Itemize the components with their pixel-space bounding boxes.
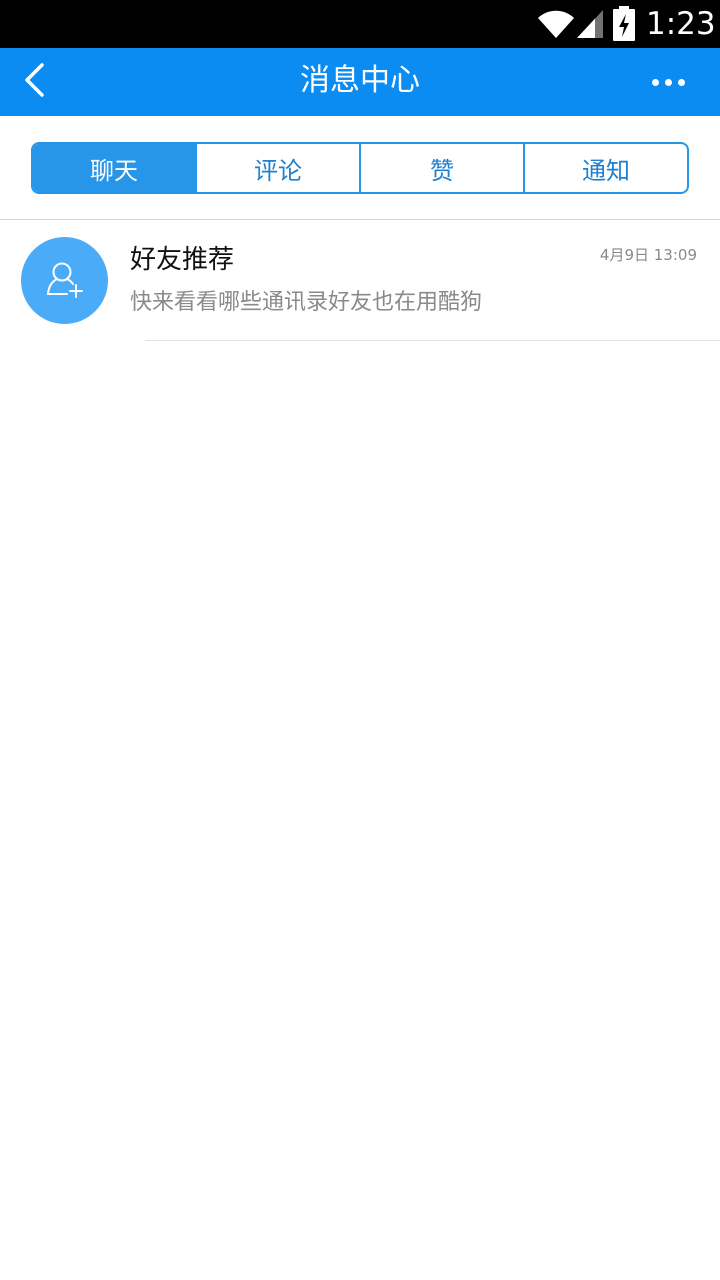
message-preview: 快来看看哪些通讯录好友也在用酷狗 xyxy=(130,290,483,315)
back-button[interactable] xyxy=(8,56,60,108)
page-title: 消息中心 xyxy=(300,63,420,98)
status-bar: 1:23 xyxy=(0,0,720,48)
tab-likes[interactable]: 赞 xyxy=(359,144,523,192)
wifi-icon xyxy=(536,6,576,44)
divider xyxy=(145,340,720,341)
more-dot xyxy=(664,78,672,86)
message-time: 4月9日 13:09 xyxy=(599,246,697,264)
tab-comments[interactable]: 评论 xyxy=(195,144,359,192)
list-item[interactable]: 好友推荐 快来看看哪些通讯录好友也在用酷狗 4月9日 13:09 xyxy=(0,220,720,341)
app-bar: 消息中心 xyxy=(0,48,720,116)
status-time: 1:23 xyxy=(646,6,716,42)
add-user-icon xyxy=(43,257,87,305)
message-title: 好友推荐 xyxy=(130,245,235,275)
more-dot xyxy=(677,78,685,86)
avatar xyxy=(21,237,108,324)
message-tabs: 聊天 评论 赞 通知 xyxy=(31,142,689,194)
tab-notifications[interactable]: 通知 xyxy=(523,144,687,192)
tab-chat[interactable]: 聊天 xyxy=(33,144,195,192)
signal-icon xyxy=(575,6,605,44)
battery-charging-icon xyxy=(612,6,636,46)
more-dot xyxy=(651,78,659,86)
more-button[interactable] xyxy=(640,56,696,108)
chevron-left-icon xyxy=(22,62,46,102)
